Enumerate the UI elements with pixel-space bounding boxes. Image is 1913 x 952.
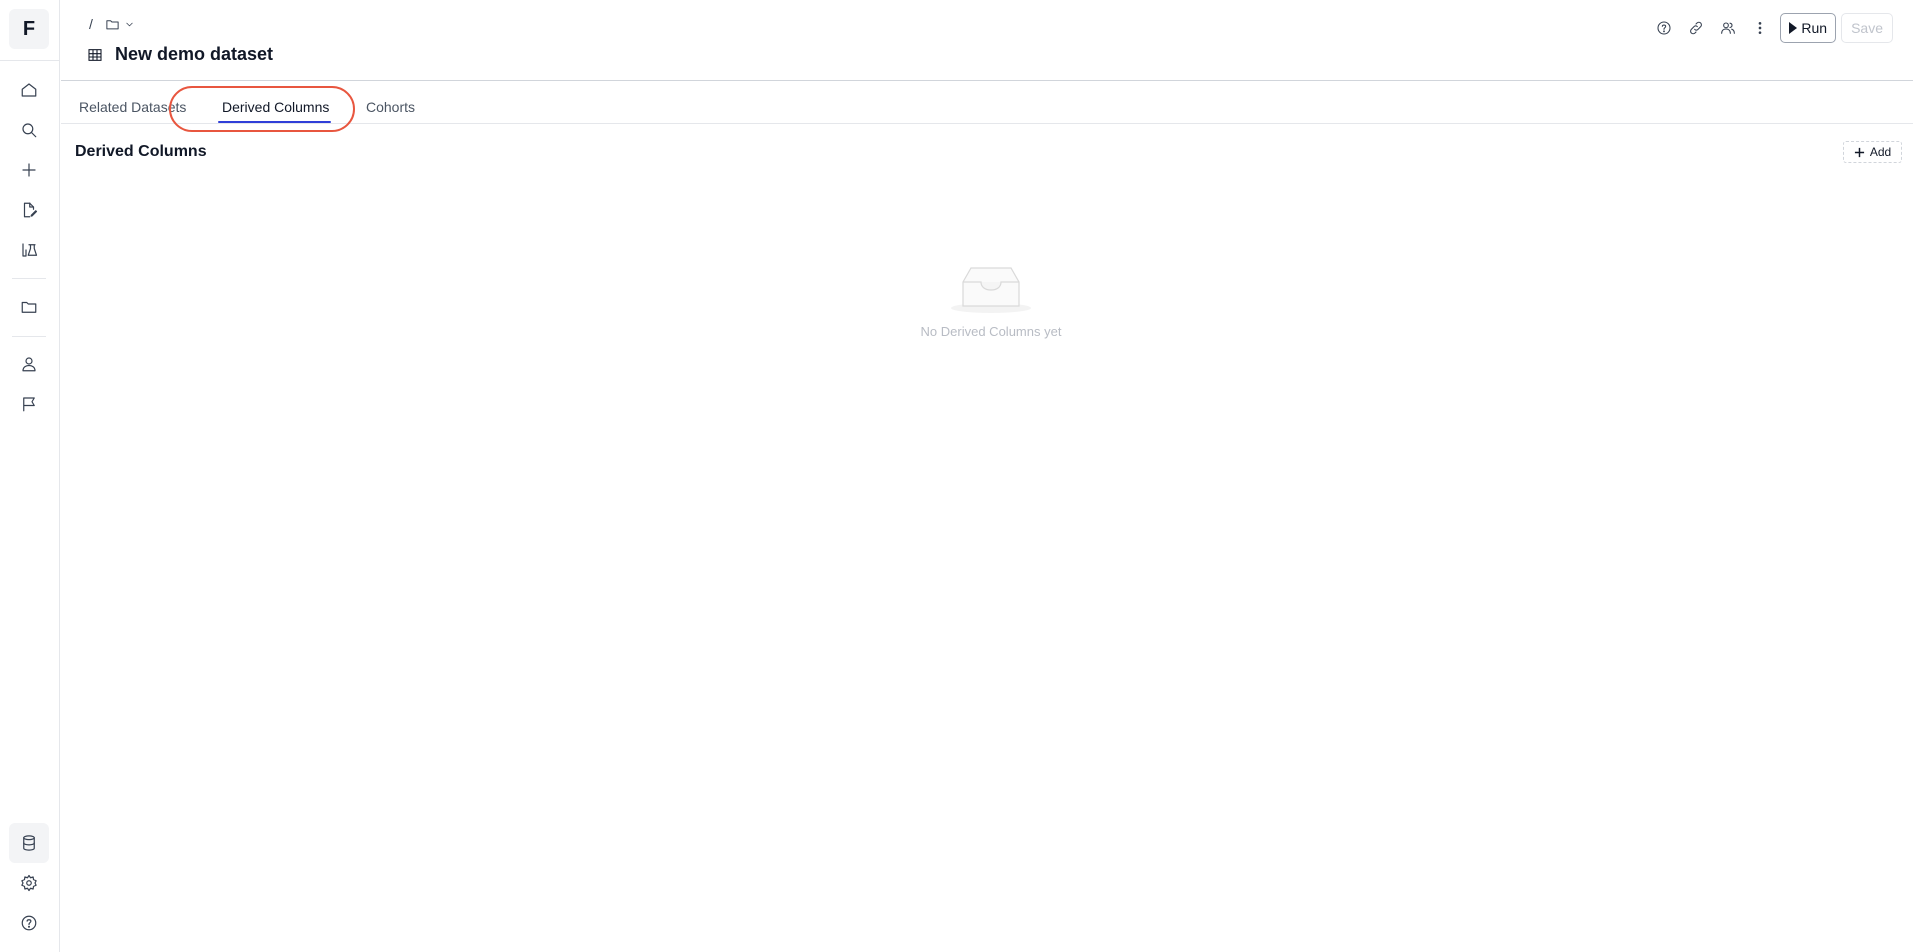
file-edit-icon: [23, 202, 38, 218]
nav-profile[interactable]: [9, 344, 49, 384]
breadcrumb-separator: /: [89, 16, 93, 32]
breadcrumb: /: [89, 16, 135, 32]
header-actions: Run Save: [1648, 13, 1893, 43]
share-button[interactable]: [1712, 13, 1744, 43]
nav-help[interactable]: [9, 903, 49, 943]
help-button[interactable]: [1648, 13, 1680, 43]
nav-experiments[interactable]: [9, 230, 49, 270]
run-button[interactable]: Run: [1780, 13, 1837, 43]
divider: [0, 60, 60, 61]
flag-icon: [23, 397, 35, 412]
page-header: / New demo dataset Run Save: [61, 0, 1913, 81]
nav-settings[interactable]: [9, 863, 49, 903]
divider: [12, 336, 46, 337]
tab-derived-columns[interactable]: Derived Columns: [222, 99, 329, 115]
save-label: Save: [1851, 20, 1883, 36]
run-label: Run: [1801, 20, 1828, 36]
gear-icon: [21, 874, 37, 892]
users-icon: [1721, 22, 1736, 34]
add-derived-column-button[interactable]: Add: [1843, 141, 1902, 163]
empty-inbox-icon: [951, 267, 1031, 313]
add-label: Add: [1869, 145, 1892, 159]
empty-message: No Derived Columns yet: [920, 324, 1062, 339]
link-icon: [1690, 21, 1703, 35]
tab-related-datasets[interactable]: Related Datasets: [79, 99, 186, 115]
plus-icon: [22, 163, 36, 177]
plus-icon: [1854, 147, 1864, 157]
empty-state: No Derived Columns yet: [911, 260, 1071, 339]
more-vertical-icon: [1759, 21, 1762, 34]
flask-icon: [22, 243, 38, 257]
help-circle-icon: [1657, 21, 1671, 35]
page-title[interactable]: New demo dataset: [115, 44, 273, 65]
dataset-table-icon: [88, 48, 102, 61]
save-button[interactable]: Save: [1841, 13, 1893, 43]
tab-cohorts[interactable]: Cohorts: [366, 99, 415, 115]
home-icon: [21, 83, 37, 97]
nav-home[interactable]: [9, 70, 49, 110]
play-icon: [1789, 22, 1798, 34]
nav-create[interactable]: [9, 150, 49, 190]
folder-icon: [106, 19, 119, 29]
nav-datasets[interactable]: [9, 823, 49, 863]
app-logo[interactable]: F: [9, 9, 49, 49]
divider: [12, 278, 46, 279]
user-icon: [22, 357, 36, 372]
chevron-down-icon: [126, 22, 133, 26]
nav-edit[interactable]: [9, 190, 49, 230]
copy-link-button[interactable]: [1680, 13, 1712, 43]
nav-flags[interactable]: [9, 384, 49, 424]
logo-letter: F: [22, 17, 36, 40]
sidebar: F: [0, 0, 60, 952]
folder-icon: [21, 301, 37, 313]
tab-bar: Related Datasets Derived Columns Cohorts: [61, 82, 1913, 132]
search-icon: [22, 123, 37, 138]
breadcrumb-folder[interactable]: [105, 17, 135, 32]
database-icon: [23, 835, 35, 851]
more-menu-button[interactable]: [1744, 13, 1776, 43]
section-title: Derived Columns: [75, 143, 207, 160]
title-row: New demo dataset: [87, 44, 273, 65]
nav-folders[interactable]: [9, 287, 49, 327]
help-icon: [21, 915, 37, 931]
nav-search[interactable]: [9, 110, 49, 150]
active-tab-indicator: [218, 121, 331, 123]
